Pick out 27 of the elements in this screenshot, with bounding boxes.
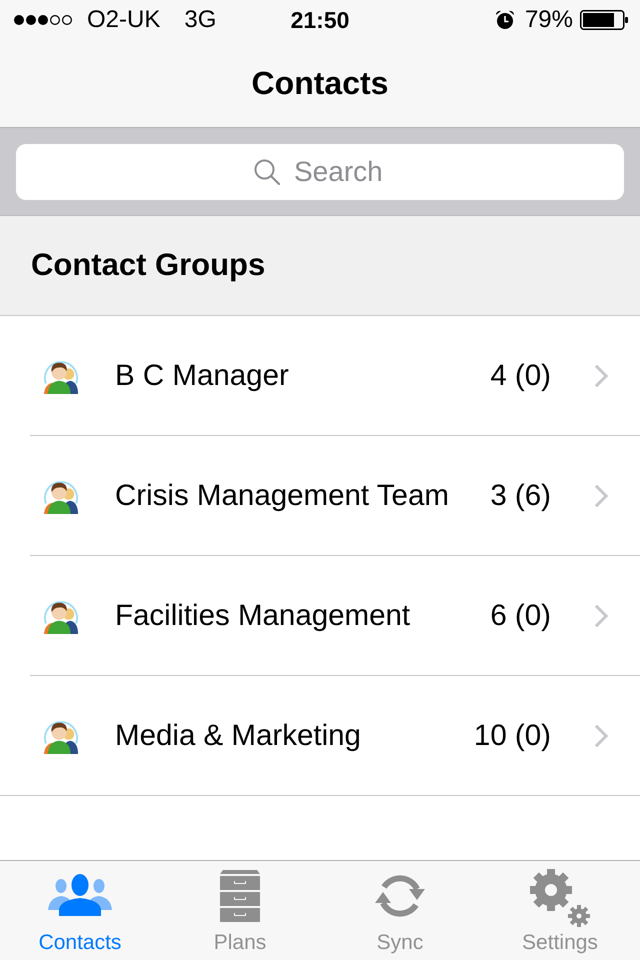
settings-icon [529, 868, 591, 928]
people-icon [48, 874, 112, 916]
group-count: 4 (0) [490, 358, 551, 392]
group-name: Facilities Management [115, 598, 412, 632]
file-cabinet-icon [220, 870, 260, 922]
group-name: Media & Marketing [115, 718, 362, 752]
group-count: 10 (0) [474, 718, 551, 752]
battery-icon [580, 10, 628, 30]
group-name: Crisis Management Team [115, 478, 450, 512]
battery-percentage: 79% [524, 6, 573, 34]
section-title: Contact Groups [31, 246, 266, 282]
chevron-icon [594, 604, 609, 628]
chevron-icon [594, 484, 609, 508]
search-input[interactable]: Search [294, 156, 386, 188]
chevron-icon [594, 364, 609, 388]
search-icon [254, 159, 280, 185]
group-count: 6 (0) [490, 598, 551, 632]
network-type: 3G [184, 6, 216, 34]
nav-title: Contacts [252, 65, 388, 102]
chevron-icon [594, 724, 609, 748]
status-time: 21:50 [290, 6, 350, 34]
carrier-name: O2-UK [87, 6, 160, 34]
group-count: 3 (6) [490, 478, 551, 512]
tab[interactable]: Contacts [0, 861, 160, 960]
alarm-clock-icon [494, 10, 515, 30]
signal-strength-icon [13, 14, 73, 26]
group-name: B C Manager [115, 358, 290, 392]
